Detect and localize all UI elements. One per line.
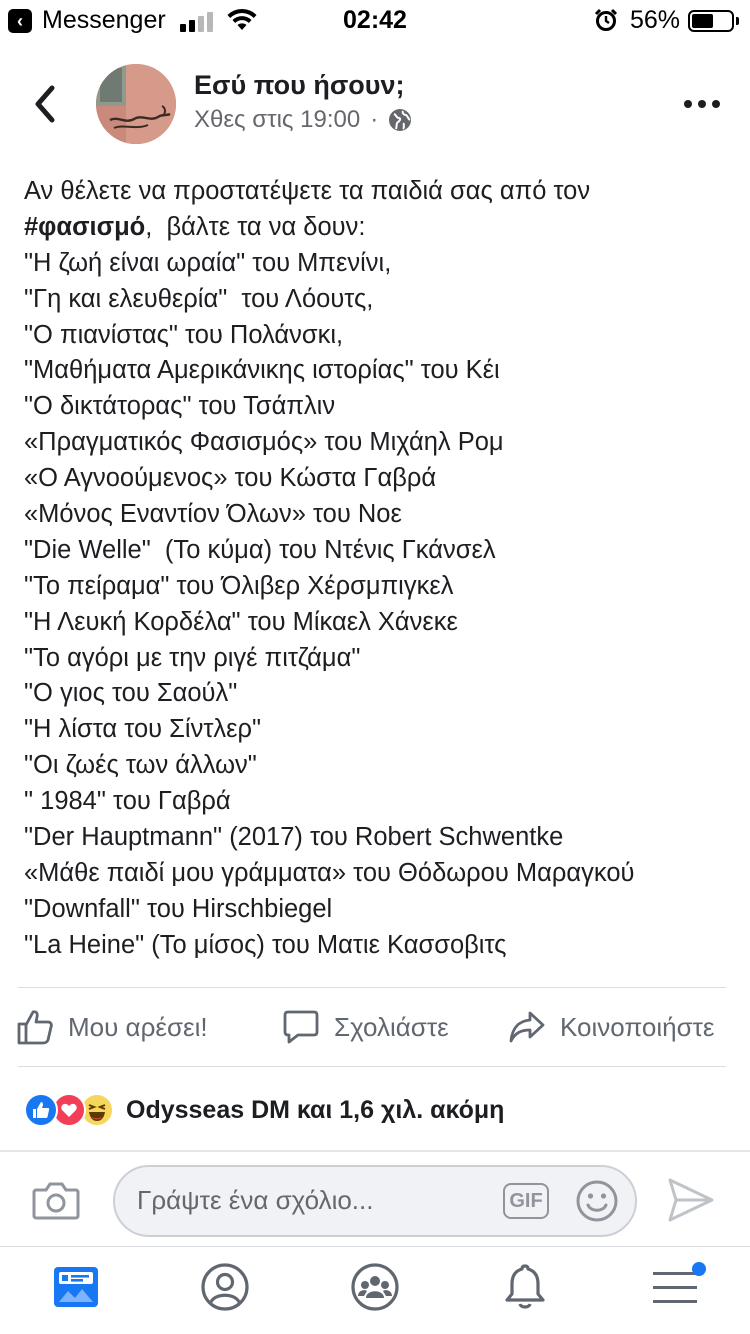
like-label: Μου αρέσει! — [68, 1011, 208, 1042]
post-line-text: "Η λίστα του Σίντλερ" — [24, 715, 262, 744]
send-icon[interactable] — [666, 1176, 716, 1224]
back-chevron-icon[interactable] — [28, 82, 68, 126]
post-line-text: "Downfall" του Hirschbiegel — [24, 894, 333, 923]
post-line-text: , βάλτε τα να δουν: — [145, 212, 366, 241]
post-line: "Die Welle" (Το κύμα) του Ντένις Γκάνσελ — [24, 533, 734, 569]
emoji-icon[interactable] — [575, 1179, 619, 1223]
globe-icon — [389, 109, 412, 131]
more-options-icon[interactable] — [684, 100, 720, 110]
alarm-icon — [594, 8, 618, 31]
post-line-text: "Γη και ελευθερία" του Λόουτς, — [24, 284, 374, 313]
post-line: Αν θέλετε να προστατέψετε τα παιδιά σας … — [24, 174, 734, 210]
post-line-text: "Μαθήματα Αμερικάνικης ιστορίας" του Κέι — [24, 356, 500, 385]
post-line: «Πραγματικός Φασισμός» του Μιχάηλ Ρομ — [24, 425, 734, 461]
post-text: Αν θέλετε να προστατέψετε τα παιδιά σας … — [24, 174, 734, 964]
post-line: "Το αγόρι με την ριγέ πιτζάμα" — [24, 641, 734, 677]
reactions-text[interactable]: Odysseas DM και 1,6 χιλ. ακόμη — [126, 1096, 504, 1125]
post-meta: Χθες στις 19:00 · — [194, 106, 412, 134]
status-bar: ‹ Messenger 02:42 56% — [0, 0, 750, 40]
post-line-text: "Οι ζωές των άλλων" — [24, 751, 257, 780]
post-line-text: "Ο δικτάτορας" του Τσάπλιν — [24, 392, 336, 421]
page-name[interactable]: Εσύ που ήσουν; — [194, 70, 405, 101]
reactions-summary[interactable]: Odysseas DM και 1,6 χιλ. ακόμη — [24, 1090, 504, 1130]
post-line-text: «Ο Αγνοούμενος» του Κώστα Γαβρά — [24, 464, 437, 493]
profile-icon[interactable] — [200, 1262, 250, 1312]
page-avatar[interactable] — [96, 64, 176, 144]
post-line-text: "Το πείραμα" του Όλιβερ Χέρσμπιγκελ — [24, 571, 454, 600]
post-line: "Der Hauptmann" (2017) του Robert Schwen… — [24, 820, 734, 856]
post-line-text: "Η Λευκή Κορδέλα" του Μίκαελ Χάνεκε — [24, 607, 458, 636]
post-line: "Η ζωή είναι ωραία" του Μπενίνι, — [24, 246, 734, 282]
post-line: "Ο πιανίστας" του Πολάνσκι, — [24, 318, 734, 354]
gif-button[interactable]: GIF — [503, 1183, 549, 1219]
post-line-text: "Die Welle" (Το κύμα) του Ντένις Γκάνσελ — [24, 535, 496, 564]
meta-separator: · — [370, 106, 379, 133]
post-line-text: "Der Hauptmann" (2017) του Robert Schwen… — [24, 823, 564, 852]
post-line: "Το πείραμα" του Όλιβερ Χέρσμπιγκελ — [24, 569, 734, 605]
post-line: "Μαθήματα Αμερικάνικης ιστορίας" του Κέι — [24, 353, 734, 389]
hashtag-link[interactable]: #φασισμό — [24, 213, 145, 241]
post-line: " 1984" του Γαβρά — [24, 784, 734, 820]
post-line: "La Heine" (Το μίσος) του Ματιε Κασσοβιτ… — [24, 928, 734, 964]
post-line-text: " 1984" του Γαβρά — [24, 787, 231, 816]
share-label: Κοινοποιήστε — [560, 1011, 715, 1042]
share-icon — [509, 1011, 545, 1043]
post-line: "Η λίστα του Σίντλερ" — [24, 712, 734, 748]
comment-label: Σχολιάστε — [334, 1011, 449, 1042]
like-reaction-icon — [24, 1093, 58, 1127]
post-line: "Downfall" του Hirschbiegel — [24, 892, 734, 928]
battery-fill — [692, 14, 713, 28]
news-feed-icon[interactable] — [51, 1262, 101, 1312]
thumbs-up-icon — [17, 1010, 53, 1045]
menu-notification-dot — [692, 1262, 706, 1276]
divider — [18, 1066, 726, 1067]
camera-icon[interactable] — [32, 1178, 80, 1222]
post-line-text: "Η ζωή είναι ωραία" του Μπενίνι, — [24, 248, 392, 277]
avatar-image — [96, 64, 176, 144]
post-line-text: "La Heine" (Το μίσος) του Ματιε Κασσοβιτ… — [24, 930, 507, 959]
post-line: #φασισμό, βάλτε τα να δουν: — [24, 210, 734, 246]
battery-percent: 56% — [630, 6, 681, 34]
post-line-text: «Μάθε παιδί μου γράμματα» του Θόδωρου Μα… — [24, 858, 635, 887]
post-line-text: "Το αγόρι με την ριγέ πιτζάμα" — [24, 643, 361, 672]
post-line: «Μόνος Εναντίον Όλων» του Νοε — [24, 497, 734, 533]
divider — [18, 987, 726, 988]
battery-cap — [736, 17, 739, 25]
share-button[interactable]: Κοινοποιήστε — [508, 1008, 715, 1046]
post-line: «Ο Αγνοούμενος» του Κώστα Γαβρά — [24, 461, 734, 497]
notifications-bell-icon[interactable] — [500, 1262, 550, 1312]
section-divider — [0, 1150, 750, 1152]
post-line: "Ο δικτάτορας" του Τσάπλιν — [24, 389, 734, 425]
groups-icon[interactable] — [350, 1262, 400, 1312]
post-line: "Γη και ελευθερία" του Λόουτς, — [24, 282, 734, 318]
post-actions: Μου αρέσει! Σχολιάστε Κοινοποιήστε — [0, 1000, 750, 1056]
post-line-text: «Μόνος Εναντίον Όλων» του Νοε — [24, 500, 402, 529]
post-line-text: Αν θέλετε να προστατέψετε τα παιδιά σας … — [24, 177, 591, 205]
comment-input[interactable]: Γράψτε ένα σχόλιο... GIF — [113, 1165, 637, 1237]
post-timestamp[interactable]: Χθες στις 19:00 — [194, 106, 360, 134]
post-line: "Ο γιος του Σαούλ" — [24, 676, 734, 712]
post-line: "Η Λευκή Κορδέλα" του Μίκαελ Χάνεκε — [24, 605, 734, 641]
divider — [0, 1246, 750, 1247]
post-line-text: «Πραγματικός Φασισμός» του Μιχάηλ Ρομ — [24, 428, 504, 457]
comment-button[interactable]: Σχολιάστε — [282, 1008, 449, 1046]
post-line-text: "Ο πιανίστας" του Πολάνσκι, — [24, 320, 344, 349]
post-line: «Μάθε παιδί μου γράμματα» του Θόδωρου Μα… — [24, 856, 734, 892]
post-line: "Οι ζωές των άλλων" — [24, 748, 734, 784]
comment-icon — [283, 1010, 319, 1044]
post-line-text: "Ο γιος του Σαούλ" — [24, 679, 238, 708]
comment-placeholder: Γράψτε ένα σχόλιο... — [137, 1185, 374, 1215]
like-button[interactable]: Μου αρέσει! — [16, 1008, 208, 1046]
battery-icon — [688, 10, 734, 32]
